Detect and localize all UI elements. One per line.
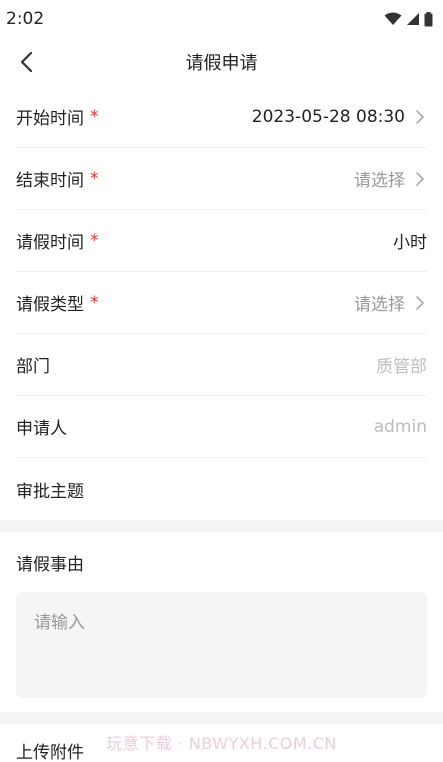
- back-arrow-icon: [20, 51, 33, 73]
- battery-icon: [424, 11, 433, 26]
- status-bar: 2:02: [0, 0, 443, 38]
- attachments-section: 上传附件: [0, 724, 443, 762]
- reason-textarea[interactable]: 请输入: [16, 592, 427, 698]
- section-divider: [0, 520, 443, 532]
- required-mark: *: [90, 168, 99, 189]
- chevron-right-icon: [415, 108, 427, 126]
- duration-label: 请假时间: [16, 233, 84, 253]
- reason-placeholder: 请输入: [34, 613, 85, 633]
- start-time-value: 2023-05-28 08:30: [251, 106, 405, 127]
- chevron-right-icon: [415, 170, 427, 188]
- applicant-value: admin: [373, 416, 427, 437]
- back-button[interactable]: [12, 48, 40, 76]
- reason-title: 请假事由: [16, 554, 84, 575]
- start-time-row[interactable]: 开始时间 * 2023-05-28 08:30: [16, 86, 427, 148]
- page-title: 请假申请: [185, 53, 258, 74]
- start-time-label: 开始时间: [16, 109, 84, 129]
- required-mark: *: [90, 292, 99, 313]
- signal-icon: [407, 13, 419, 25]
- department-value: 质管部: [376, 357, 427, 377]
- leave-type-value: 请选择: [354, 295, 405, 315]
- end-time-label: 结束时间: [16, 171, 84, 191]
- section-divider: [0, 712, 443, 724]
- required-mark: *: [90, 106, 99, 127]
- leave-form: 开始时间 * 2023-05-28 08:30 结束时间 * 请选择 请假时间 …: [0, 86, 443, 520]
- applicant-label: 申请人: [16, 419, 67, 439]
- subject-label: 审批主题: [16, 481, 84, 502]
- reason-section: 请假事由 请输入: [0, 532, 443, 712]
- chevron-right-icon: [415, 294, 427, 312]
- subject-row[interactable]: 审批主题: [16, 458, 427, 520]
- leave-type-row[interactable]: 请假类型 * 请选择: [16, 272, 427, 334]
- wifi-icon: [384, 12, 402, 25]
- nav-bar: 请假申请: [0, 38, 443, 86]
- duration-value[interactable]: 小时: [393, 228, 427, 253]
- end-time-value: 请选择: [354, 171, 405, 191]
- attachments-title: 上传附件: [16, 743, 84, 762]
- applicant-row: 申请人 admin: [16, 396, 427, 458]
- department-row: 部门 质管部: [16, 334, 427, 396]
- department-label: 部门: [16, 357, 50, 377]
- duration-row: 请假时间 * 小时: [16, 210, 427, 272]
- end-time-row[interactable]: 结束时间 * 请选择: [16, 148, 427, 210]
- required-mark: *: [90, 230, 99, 251]
- leave-type-label: 请假类型: [16, 295, 84, 315]
- status-icons: [384, 11, 433, 27]
- status-time: 2:02: [6, 9, 45, 29]
